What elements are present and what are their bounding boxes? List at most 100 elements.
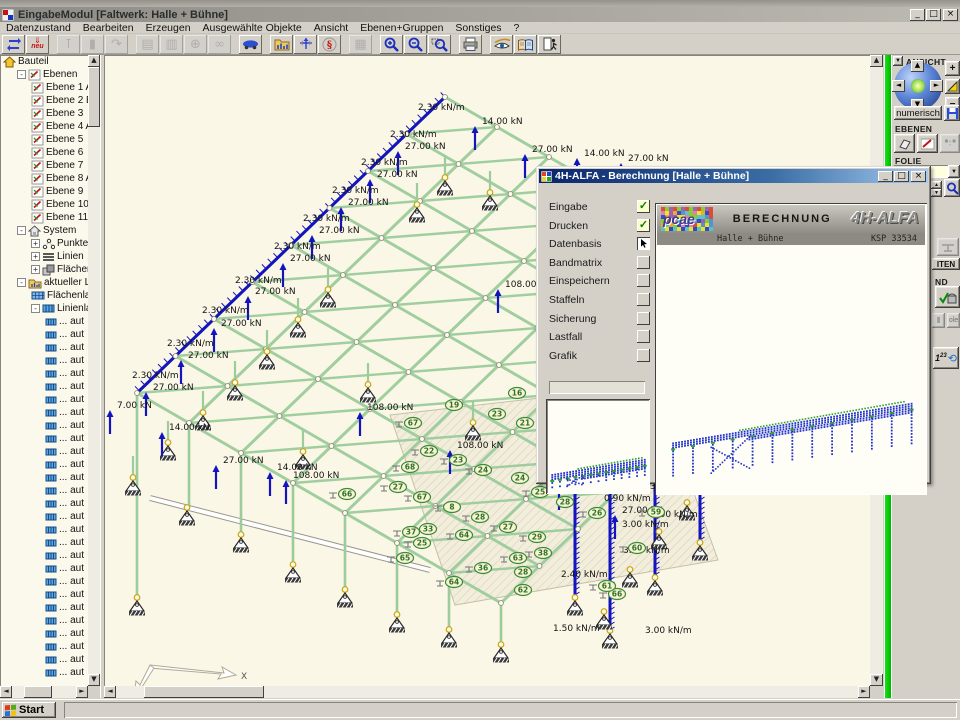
berechnung-dialog[interactable]: 4H-ALFA - Berechnung [Halle + Bühne] _ □… bbox=[536, 166, 931, 484]
menu-item-erzeugen[interactable]: Erzeugen bbox=[140, 22, 197, 34]
tree-item--aut[interactable]: ... aut bbox=[0, 380, 88, 393]
tree-item-bauteil[interactable]: Bauteil bbox=[0, 55, 88, 68]
rotate-up-button[interactable]: ▲ bbox=[911, 60, 924, 72]
tree-item--aut[interactable]: ... aut bbox=[0, 575, 88, 588]
tree-item--aut[interactable]: ... aut bbox=[0, 393, 88, 406]
points-mode-button[interactable] bbox=[940, 134, 960, 153]
tree-expander[interactable]: - bbox=[17, 70, 26, 79]
tree-item-ebene-2-b[interactable]: Ebene 2 B bbox=[0, 94, 88, 107]
minimize-button[interactable]: _ bbox=[910, 9, 925, 21]
tree-item--aut[interactable]: ... aut bbox=[0, 666, 88, 679]
canvas-hscrollbar[interactable]: ◄ ► bbox=[104, 686, 870, 698]
apply-fill-button[interactable] bbox=[935, 286, 960, 308]
tree-expander[interactable]: + bbox=[31, 252, 40, 261]
edit-plane-button[interactable] bbox=[917, 134, 938, 153]
spin-up-button[interactable]: ▲ bbox=[931, 181, 942, 189]
save-view-button[interactable] bbox=[944, 105, 960, 121]
tree-item--aut[interactable]: ... aut bbox=[0, 601, 88, 614]
tree-item-ebene-3[interactable]: Ebene 3 bbox=[0, 107, 88, 120]
tree-item--aut[interactable]: ... aut bbox=[0, 640, 88, 653]
tree-item--aut[interactable]: ... aut bbox=[0, 315, 88, 328]
tree-item-ebene-6[interactable]: Ebene 6 bbox=[0, 146, 88, 159]
tree-item-system[interactable]: -System bbox=[0, 224, 88, 237]
menu-item-ansicht[interactable]: Ansicht bbox=[308, 22, 354, 34]
tree-item-ebene-5[interactable]: Ebene 5 bbox=[0, 133, 88, 146]
dialog-titlebar[interactable]: 4H-ALFA - Berechnung [Halle + Bühne] _ □… bbox=[539, 169, 928, 183]
model-tree[interactable]: Bauteil-EbenenEbene 1 AEbene 2 BEbene 3E… bbox=[0, 55, 88, 686]
tree-item-punkte[interactable]: +Punkte bbox=[0, 237, 88, 250]
close-button[interactable]: × bbox=[943, 9, 958, 21]
support-tool-button[interactable] bbox=[937, 238, 959, 256]
renumber-button[interactable]: 123 ⟲ bbox=[933, 347, 959, 369]
rotate-left-button[interactable]: ◄ bbox=[892, 80, 905, 92]
tree-item--aut[interactable]: ... aut bbox=[0, 432, 88, 445]
task-checkbox[interactable] bbox=[637, 330, 650, 343]
zoom-out-button[interactable] bbox=[404, 35, 427, 54]
tree-item--aut[interactable]: ... aut bbox=[0, 627, 88, 640]
task-checkbox[interactable]: ✓ bbox=[637, 200, 650, 213]
tree-item-ebene-1-a[interactable]: Ebene 1 A bbox=[0, 81, 88, 94]
zoom-plus-button[interactable]: + bbox=[945, 61, 960, 76]
menu-item-datenzustand[interactable]: Datenzustand bbox=[0, 22, 77, 34]
tree-item--aut[interactable]: ... aut bbox=[0, 471, 88, 484]
task-checkbox[interactable] bbox=[637, 312, 650, 325]
tree-item--aut[interactable]: ... aut bbox=[0, 406, 88, 419]
tree-item-ebene-9[interactable]: Ebene 9 bbox=[0, 185, 88, 198]
tree-item-flächenpo[interactable]: +Flächenpo bbox=[0, 263, 88, 276]
dialog-minimize-button[interactable]: _ bbox=[878, 171, 893, 182]
tree-item--aut[interactable]: ... aut bbox=[0, 419, 88, 432]
tree-expander[interactable]: - bbox=[17, 278, 26, 287]
bars-button[interactable]: ⫴ bbox=[932, 313, 945, 328]
tree-item--aut[interactable]: ... aut bbox=[0, 341, 88, 354]
dialog-close-button[interactable]: × bbox=[911, 171, 926, 182]
taskbar-tray[interactable] bbox=[64, 702, 957, 718]
rotate-right-button[interactable]: ► bbox=[930, 80, 943, 92]
menu-item-bearbeiten[interactable]: Bearbeiten bbox=[77, 22, 140, 34]
main-titlebar[interactable]: EingabeModul [Faltwerk: Halle + Bühne] _… bbox=[0, 7, 960, 22]
menu-item-ausgew-hlte-objekte[interactable]: Ausgewählte Objekte bbox=[197, 22, 308, 34]
ole-button[interactable]: ole bbox=[947, 313, 960, 328]
task-checkbox[interactable]: ✓ bbox=[637, 219, 650, 232]
task-checkbox[interactable] bbox=[637, 274, 650, 287]
measure-button[interactable] bbox=[294, 35, 317, 54]
tree-item-aktueller-last[interactable]: -aktueller Last bbox=[0, 276, 88, 289]
exit-button[interactable] bbox=[538, 35, 561, 54]
dialog-maximize-button[interactable]: □ bbox=[894, 171, 909, 182]
tree-item-ebene-7[interactable]: Ebene 7 bbox=[0, 159, 88, 172]
book-button[interactable] bbox=[514, 35, 537, 54]
task-checkbox[interactable] bbox=[637, 237, 650, 250]
tree-expander[interactable]: - bbox=[17, 226, 26, 235]
task-checkbox[interactable] bbox=[637, 293, 650, 306]
tree-item-ebene-10[interactable]: Ebene 10 bbox=[0, 198, 88, 211]
task-checkbox[interactable] bbox=[637, 256, 650, 269]
spin-down-button[interactable]: ▼ bbox=[931, 189, 942, 197]
zoom-window-button[interactable] bbox=[428, 35, 451, 54]
tree-item--aut[interactable]: ... aut bbox=[0, 549, 88, 562]
tree-item--aut[interactable]: ... aut bbox=[0, 510, 88, 523]
tree-item-linienlast[interactable]: -Linienlast bbox=[0, 302, 88, 315]
tree-item--aut[interactable]: ... aut bbox=[0, 354, 88, 367]
tree-item--aut[interactable]: ... aut bbox=[0, 523, 88, 536]
tree-item--aut[interactable]: ... aut bbox=[0, 484, 88, 497]
tree-item-ebene-8-a[interactable]: Ebene 8 A bbox=[0, 172, 88, 185]
tree-expander[interactable]: + bbox=[31, 239, 40, 248]
tree-item--aut[interactable]: ... aut bbox=[0, 536, 88, 549]
maximize-button[interactable]: □ bbox=[926, 9, 941, 21]
numerisch-button[interactable]: numerisch bbox=[894, 106, 942, 120]
tree-expander[interactable]: + bbox=[31, 265, 40, 274]
neu-button[interactable]: ⇓neu bbox=[26, 35, 49, 54]
data-exchange-button[interactable] bbox=[2, 35, 25, 54]
tree-item-ebene-11[interactable]: Ebene 11 bbox=[0, 211, 88, 224]
tree-item-ebene-4-a[interactable]: Ebene 4 A bbox=[0, 120, 88, 133]
tree-item--aut[interactable]: ... aut bbox=[0, 445, 88, 458]
menu-item-?[interactable]: ? bbox=[508, 22, 526, 34]
tree-item--aut[interactable]: ... aut bbox=[0, 458, 88, 471]
tree-item-linien[interactable]: +Linien bbox=[0, 250, 88, 263]
tree-item--aut[interactable]: ... aut bbox=[0, 497, 88, 510]
start-button[interactable]: Start bbox=[2, 702, 56, 718]
view-eye-button[interactable] bbox=[490, 35, 513, 54]
tree-item--aut[interactable]: ... aut bbox=[0, 367, 88, 380]
menu-item-sonstiges[interactable]: Sonstiges bbox=[449, 22, 507, 34]
tree-item--aut[interactable]: ... aut bbox=[0, 588, 88, 601]
tree-item-flächenla[interactable]: Flächenla bbox=[0, 289, 88, 302]
